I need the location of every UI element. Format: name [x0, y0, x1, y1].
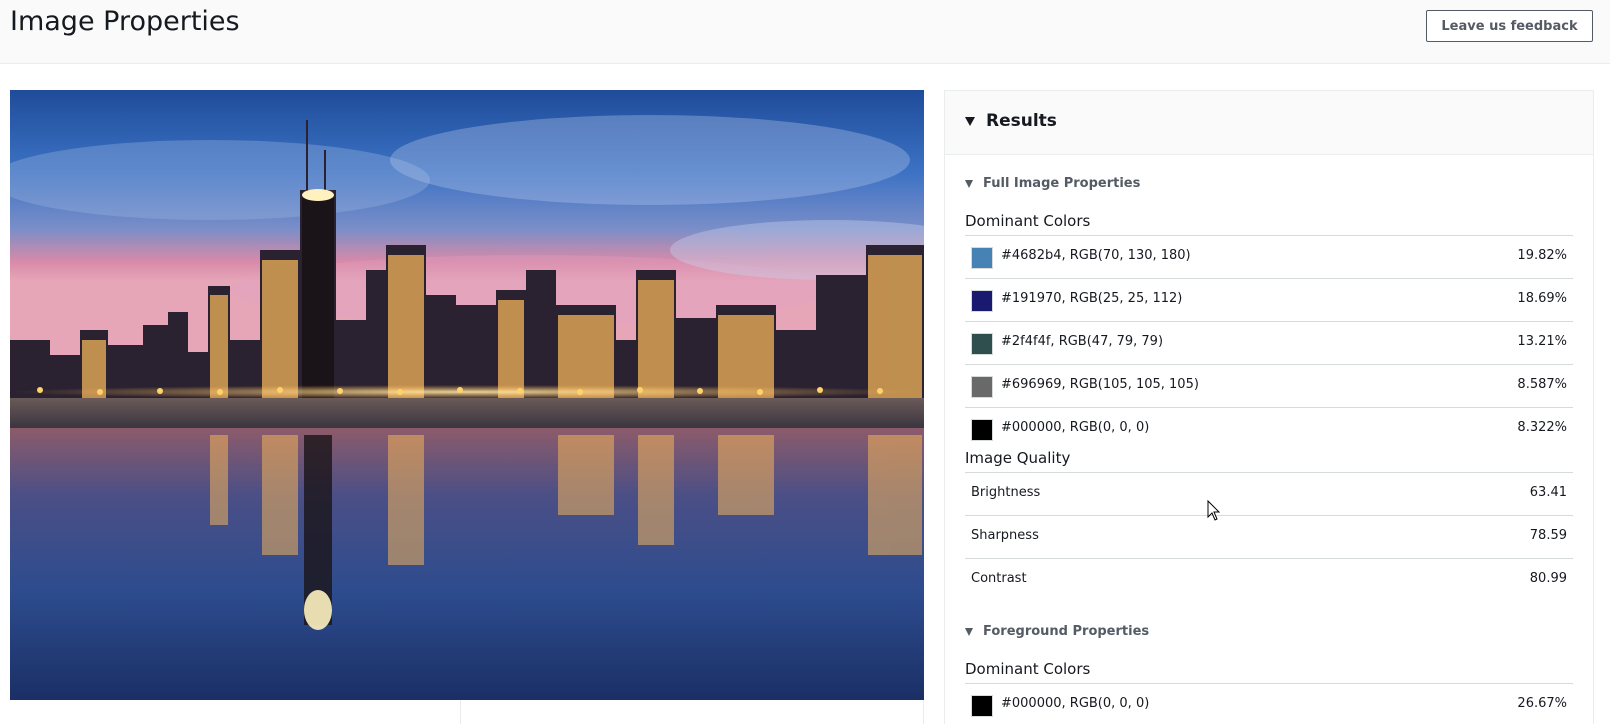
caret-down-icon — [965, 117, 975, 126]
color-percent: 8.587% — [1517, 377, 1567, 392]
results-title: Results — [986, 111, 1057, 131]
dominant-color-row: #2f4f4f, RGB(47, 79, 79) 13.21% — [965, 321, 1573, 364]
color-swatch — [971, 695, 993, 717]
color-label: #696969, RGB(105, 105, 105) — [1001, 377, 1199, 392]
foreground-properties-toggle[interactable]: Foreground Properties — [965, 623, 1215, 643]
color-label: #4682b4, RGB(70, 130, 180) — [1001, 248, 1191, 263]
mouse-cursor-icon — [1207, 500, 1221, 521]
page-header: Image Properties Leave us feedback — [0, 0, 1610, 64]
full-image-properties-toggle[interactable]: Full Image Properties — [965, 175, 1215, 195]
quality-row-contrast: Contrast 80.99 — [965, 558, 1573, 601]
color-percent: 8.322% — [1517, 420, 1567, 435]
color-percent: 18.69% — [1517, 291, 1567, 306]
color-swatch — [971, 290, 993, 312]
color-swatch — [971, 376, 993, 398]
foreground-color-row: #000000, RGB(0, 0, 0) 26.67% — [965, 683, 1573, 724]
quality-value: 78.59 — [1529, 528, 1567, 543]
quality-row-sharpness: Sharpness 78.59 — [965, 515, 1573, 558]
footer-edge — [923, 700, 924, 724]
results-panel: Results Full Image Properties Dominant C… — [944, 90, 1594, 724]
leave-feedback-button[interactable]: Leave us feedback — [1426, 10, 1593, 42]
dominant-colors-title: Dominant Colors — [965, 212, 1091, 230]
analyzed-image — [10, 90, 924, 700]
color-label: #2f4f4f, RGB(47, 79, 79) — [1001, 334, 1164, 349]
quality-label: Contrast — [971, 571, 1027, 586]
color-label: #000000, RGB(0, 0, 0) — [1001, 696, 1150, 711]
color-swatch — [971, 247, 993, 269]
dominant-color-row: #191970, RGB(25, 25, 112) 18.69% — [965, 278, 1573, 321]
image-quality-title: Image Quality — [965, 449, 1071, 467]
quality-label: Sharpness — [971, 528, 1039, 543]
image-footer — [10, 700, 924, 724]
quality-value: 80.99 — [1529, 571, 1567, 586]
dominant-color-row: #000000, RGB(0, 0, 0) 8.322% — [965, 407, 1573, 450]
caret-down-icon — [965, 628, 973, 636]
skyline-image — [10, 90, 924, 700]
color-percent: 26.67% — [1517, 696, 1567, 711]
color-swatch — [971, 419, 993, 441]
dominant-color-row: #4682b4, RGB(70, 130, 180) 19.82% — [965, 235, 1573, 278]
dominant-color-row: #696969, RGB(105, 105, 105) 8.587% — [965, 364, 1573, 407]
quality-row-brightness: Brightness 63.41 — [965, 472, 1573, 515]
color-label: #000000, RGB(0, 0, 0) — [1001, 420, 1150, 435]
footer-divider — [460, 700, 461, 724]
foreground-dominant-colors-title: Dominant Colors — [965, 660, 1091, 678]
foreground-properties-title: Foreground Properties — [983, 624, 1150, 639]
color-swatch — [971, 333, 993, 355]
quality-label: Brightness — [971, 485, 1041, 500]
caret-down-icon — [965, 180, 973, 188]
results-header[interactable]: Results — [945, 91, 1593, 155]
color-percent: 13.21% — [1517, 334, 1567, 349]
color-label: #191970, RGB(25, 25, 112) — [1001, 291, 1183, 306]
page-title: Image Properties — [10, 6, 240, 37]
full-image-properties-title: Full Image Properties — [983, 176, 1141, 191]
color-percent: 19.82% — [1517, 248, 1567, 263]
quality-value: 63.41 — [1529, 485, 1567, 500]
